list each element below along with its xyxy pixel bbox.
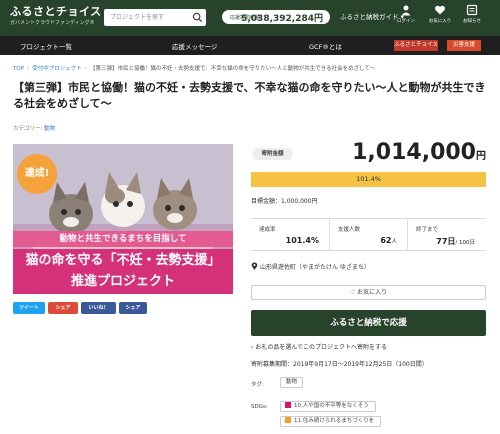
sdg-item-10[interactable]: 10.人や国の不平等をなくそう: [280, 401, 376, 412]
tag-label: タグ:: [251, 382, 264, 388]
stat-value: 77日/ 100日: [436, 236, 475, 247]
breadcrumb: TOP › 受付中プロジェクト › 【第三弾】市民と協働！猫の不妊・去勢支援で、不幸な猫…: [13, 64, 375, 72]
nav-project-list[interactable]: プロジェクト一覧: [20, 41, 72, 51]
favorites-label: お気に入り: [428, 19, 452, 24]
category-link[interactable]: 動物: [44, 126, 55, 132]
stat-value-suffix: 人: [391, 239, 397, 245]
site-logo[interactable]: ふるさとチョイス ガバメントクラウドファンディング®: [10, 5, 102, 27]
donation-period: 寄附募集期間：2019年9月17日～2019年12月25日（100日間）: [251, 361, 428, 368]
category-label: カテゴリー:: [13, 126, 43, 132]
nav-messages[interactable]: 応援メッセージ: [172, 41, 217, 51]
stat-value: 101.4%: [286, 236, 319, 245]
total-donations-pill: 応援寄附総額 5,038,392,284円: [222, 10, 330, 24]
breadcrumb-current: 【第三弾】市民と協働！猫の不妊・去勢支援で、不幸な猫の命を守りたい〜人と動物が共…: [89, 66, 376, 72]
achieved-badge: 達成!: [17, 154, 57, 194]
facebook-like-button[interactable]: いいね！: [81, 302, 116, 314]
site-header: ふるさとチョイス ガバメントクラウドファンディング® 応援寄附総額 5,038,…: [0, 0, 500, 36]
tag-animal[interactable]: 動物: [280, 377, 304, 388]
category-line: カテゴリー: 動物: [13, 124, 55, 132]
stat-supporters: 支援人数 62人: [329, 219, 407, 251]
breadcrumb-separator: ›: [27, 66, 30, 72]
disaster-support-button[interactable]: 災害支援: [447, 40, 481, 51]
hero-subtitle: 動物と共生できるまちを目指して: [13, 231, 233, 247]
logo-sub-text: ガバメントクラウドファンディング®: [10, 20, 95, 26]
logo-main-text: ふるさとチョイス: [10, 5, 102, 18]
breadcrumb-top[interactable]: TOP: [13, 66, 24, 72]
facebook-share-button[interactable]: シェア: [119, 302, 147, 314]
donation-amount-unit: 円: [476, 151, 486, 162]
amount-label: 寄附金額: [252, 148, 293, 160]
stat-value-suffix: / 100日: [455, 240, 475, 246]
stat-value-number: 62: [380, 236, 392, 245]
reward-link[interactable]: › お礼の品を選んでこのプロジェクトへ寄附をする: [251, 342, 387, 351]
donate-button[interactable]: ふるさと納税で応援: [251, 310, 486, 336]
stat-value-number: 101.4%: [285, 236, 319, 245]
donation-amount: 1,014,000円: [330, 140, 486, 165]
hero-main-title: 猫の命を守る「不妊・去勢支援」: [13, 249, 233, 273]
chevron-right-icon: ›: [251, 344, 254, 351]
add-favorite-button[interactable]: ♡ お気に入り: [251, 285, 486, 300]
global-nav: プロジェクト一覧 応援メッセージ GCF®とは ふるさとチョイス 災害支援: [0, 36, 500, 55]
breadcrumb-separator: ›: [84, 66, 87, 72]
list-icon: [466, 4, 478, 16]
stat-value-number: 77日: [436, 237, 456, 246]
search-box: [104, 9, 206, 26]
search-icon[interactable]: [192, 12, 203, 23]
stat-label: 支援人数: [338, 227, 361, 233]
tweet-button[interactable]: ツイート: [13, 302, 45, 314]
stat-value: 62人: [380, 236, 397, 245]
donation-amount-value: 1,014,000: [352, 140, 476, 165]
progress-text: 101.4%: [356, 175, 381, 183]
total-donations-value: 5,038,392,284円: [241, 14, 323, 24]
page-title: 【第三弾】市民と協働！猫の不妊・去勢支援で、不幸な猫の命を守りたい〜人と動物が共…: [13, 81, 486, 110]
login-button[interactable]: ログイン: [394, 4, 418, 24]
project-hero-image: 達成! 動物と共生できるまちを目指して 猫の命を守る「不妊・去勢支援」 推進プロ…: [13, 144, 233, 294]
google-share-button[interactable]: シェア: [48, 302, 78, 314]
login-label: ログイン: [397, 19, 415, 24]
reward-link-text: お礼の品を選んでこのプロジェクトへ寄附をする: [255, 344, 388, 351]
nav-about-gcf[interactable]: GCF®とは: [309, 41, 342, 51]
favorites-button[interactable]: お気に入り: [428, 4, 452, 24]
progress-bar: 101.4%: [251, 172, 486, 187]
stats-panel: 達成率 101.4% 支援人数 62人 終了まで 77日/ 100日: [251, 218, 486, 251]
search-input[interactable]: [104, 9, 190, 26]
stat-achievement: 達成率 101.4%: [251, 219, 329, 251]
sdg-color-square: [285, 417, 291, 423]
stat-label: 終了まで: [416, 227, 439, 233]
goal-amount: 目標金額：1,000,000円: [251, 198, 318, 205]
location-line: 山形県遊佐町（やまがたけん ゆざまち）: [251, 262, 370, 271]
sdgs-label: SDGs:: [251, 404, 268, 410]
sdg-item-label: 11.住み続けられるまちづくりを: [294, 418, 375, 424]
hero-foot-title: 推進プロジェクト: [13, 271, 233, 294]
map-pin-icon: [251, 262, 258, 270]
notifications-button[interactable]: お知らせ: [460, 4, 484, 24]
sdg-color-square: [285, 402, 291, 408]
heart-icon: [435, 5, 445, 15]
furusato-choice-button[interactable]: ふるさとチョイス: [394, 40, 438, 51]
stat-days-left: 終了まで 77日/ 100日: [407, 219, 485, 251]
location-text[interactable]: 山形県遊佐町（やまがたけん ゆざまち）: [260, 264, 370, 271]
notifications-label: お知らせ: [463, 19, 481, 24]
user-icon: [401, 5, 411, 16]
stat-label: 達成率: [259, 227, 276, 233]
breadcrumb-active-projects[interactable]: 受付中プロジェクト: [32, 66, 82, 72]
sdg-item-11[interactable]: 11.住み続けられるまちづくりを: [280, 416, 382, 427]
sdg-item-label: 10.人や国の不平等をなくそう: [294, 403, 369, 409]
